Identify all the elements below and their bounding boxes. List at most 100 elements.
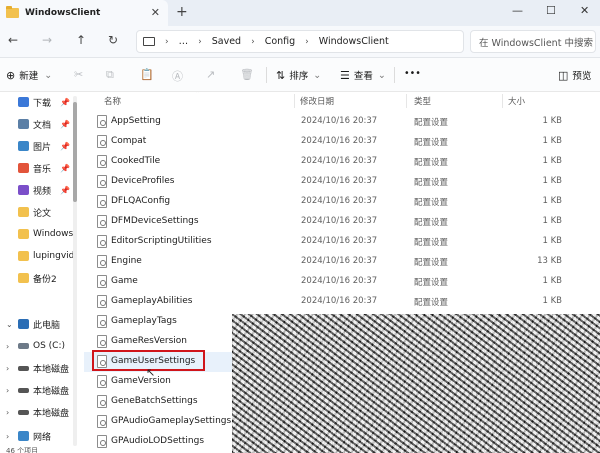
chevron-right-icon: ›: [6, 363, 10, 373]
sidebar-item-downloads[interactable]: 下载 📌: [0, 92, 80, 112]
column-header-type[interactable]: 类型: [414, 92, 431, 110]
maximize-icon[interactable]: ☐: [546, 4, 556, 17]
config-file-icon: [97, 335, 107, 348]
delete-button[interactable]: 🗑: [240, 68, 258, 81]
config-file-icon: [97, 155, 107, 168]
download-icon: [18, 97, 29, 107]
breadcrumb-separator: ›: [305, 36, 309, 47]
rename-button[interactable]: Ⓐ: [172, 68, 187, 84]
chevron-right-icon: ›: [6, 431, 10, 441]
sidebar-item-lupingvid[interactable]: lupingvid: [0, 246, 80, 266]
file-row[interactable]: AppSetting 2024/10/16 20:37 配置设置 1 KB: [84, 112, 600, 132]
file-row[interactable]: Compat 2024/10/16 20:37 配置设置 1 KB: [84, 132, 600, 152]
sidebar-item-os-c[interactable]: › OS (C:): [0, 336, 80, 356]
minimize-icon[interactable]: —: [512, 4, 523, 17]
file-type: 配置设置: [414, 298, 449, 308]
copy-button[interactable]: ⧉: [106, 68, 118, 82]
file-row[interactable]: Engine 2024/10/16 20:37 配置设置 13 KB: [84, 252, 600, 272]
file-row[interactable]: Game 2024/10/16 20:37 配置设置 1 KB: [84, 272, 600, 292]
file-row[interactable]: CookedTile 2024/10/16 20:37 配置设置 1 KB: [84, 152, 600, 172]
breadcrumb[interactable]: › … › Saved › Config › WindowsClient: [136, 30, 464, 53]
sidebar-scrollbar[interactable]: [73, 96, 77, 446]
config-file-icon: [97, 315, 107, 328]
sidebar-item-pictures[interactable]: 图片 📌: [0, 136, 80, 156]
breadcrumb-overflow[interactable]: …: [179, 36, 189, 47]
file-size: 1 KB: [542, 176, 562, 186]
breadcrumb-windowsclient[interactable]: WindowsClient: [319, 36, 389, 47]
drive-icon: [18, 387, 29, 393]
sidebar-item-videos[interactable]: 视频 📌: [0, 180, 80, 200]
rename-icon: Ⓐ: [172, 70, 183, 83]
config-file-icon: [97, 275, 107, 288]
title-bar: WindowsClient ✕ + — ☐ ✕: [0, 0, 600, 26]
sidebar-item-local-disk[interactable]: › 本地磁盘: [0, 380, 80, 400]
config-file-icon: [97, 295, 107, 308]
sidebar-item-lunwen[interactable]: 论文: [0, 202, 80, 222]
sort-button[interactable]: ⇅ 排序 ⌄: [276, 68, 321, 83]
file-row[interactable]: DeviceProfiles 2024/10/16 20:37 配置设置 1 KB: [84, 172, 600, 192]
sidebar-item-local-disk[interactable]: › 本地磁盘: [0, 402, 80, 422]
file-type: 配置设置: [414, 178, 449, 188]
forward-icon[interactable]: →: [42, 33, 52, 47]
share-icon: ↗: [206, 68, 216, 81]
column-header-name[interactable]: 名称: [104, 92, 121, 110]
pin-icon: 📌: [60, 185, 70, 195]
drive-icon: [18, 409, 29, 415]
tab-windowsclient[interactable]: WindowsClient ✕: [0, 0, 168, 26]
config-file-icon: [97, 115, 107, 128]
sort-caret-icon: ⌃: [194, 92, 201, 98]
file-row[interactable]: DFLQAConfig 2024/10/16 20:37 配置设置 1 KB: [84, 192, 600, 212]
file-name: DFLQAConfig: [111, 196, 171, 206]
file-date: 2024/10/16 20:37: [301, 276, 378, 286]
view-button[interactable]: ☰ 查看 ⌄: [340, 68, 386, 83]
file-size: 1 KB: [542, 236, 562, 246]
preview-button[interactable]: ◫ 预览: [558, 68, 591, 83]
sidebar-item-documents[interactable]: 文档 📌: [0, 114, 80, 134]
more-options-button[interactable]: •••: [404, 68, 421, 79]
column-divider: [502, 94, 503, 108]
sidebar-item-beifen2[interactable]: 备份2: [0, 268, 80, 288]
config-file-icon: [97, 255, 107, 268]
file-row[interactable]: GameplayAbilities 2024/10/16 20:37 配置设置 1 K…: [84, 292, 600, 312]
column-header-date[interactable]: 修改日期: [300, 92, 334, 110]
new-tab-button[interactable]: +: [176, 4, 188, 20]
config-file-icon: [97, 435, 107, 448]
sidebar-item-windows[interactable]: Windows: [0, 224, 80, 244]
column-header-size[interactable]: 大小: [508, 92, 525, 110]
window-close-icon[interactable]: ✕: [580, 4, 589, 17]
back-icon[interactable]: ←: [8, 33, 18, 47]
scrollbar-thumb[interactable]: [73, 102, 77, 202]
file-name: GameVersion: [111, 376, 171, 386]
up-icon[interactable]: ↑: [76, 33, 86, 47]
sidebar-item-this-pc[interactable]: ⌄ 此电脑: [0, 314, 80, 334]
breadcrumb-saved[interactable]: Saved: [212, 36, 241, 47]
config-file-icon: [97, 395, 107, 408]
file-row[interactable]: DFMDeviceSettings 2024/10/16 20:37 配置设置 1 K…: [84, 212, 600, 232]
cut-button[interactable]: ✂: [74, 68, 87, 81]
pin-icon: 📌: [60, 97, 70, 107]
file-row[interactable]: EditorScriptingUtilities 2024/10/16 20:37…: [84, 232, 600, 252]
drive-icon: [18, 365, 29, 371]
sidebar-item-network[interactable]: › 网络: [0, 426, 80, 446]
pin-icon: 📌: [60, 163, 70, 173]
sidebar-item-local-disk[interactable]: › 本地磁盘: [0, 358, 80, 378]
search-input[interactable]: 在 WindowsClient 中搜索: [470, 30, 596, 53]
refresh-icon[interactable]: ↻: [108, 33, 118, 47]
paste-button[interactable]: 📋: [140, 68, 158, 81]
file-size: 1 KB: [542, 216, 562, 226]
config-file-icon: [97, 175, 107, 188]
breadcrumb-separator: ›: [251, 36, 255, 47]
sort-icon: ⇅: [276, 68, 286, 82]
sidebar-item-music[interactable]: 音乐 📌: [0, 158, 80, 178]
share-button[interactable]: ↗: [206, 68, 219, 81]
file-size: 1 KB: [542, 116, 562, 126]
file-name: DFMDeviceSettings: [111, 216, 199, 226]
close-tab-icon[interactable]: ✕: [151, 6, 160, 19]
file-name: Compat: [111, 136, 147, 146]
documents-icon: [18, 119, 29, 129]
sidebar-item-label: Windows: [33, 229, 74, 239]
file-date: 2024/10/16 20:37: [301, 136, 378, 146]
new-button[interactable]: ⊕ 新建 ⌄: [6, 68, 52, 83]
config-file-icon: [97, 135, 107, 148]
breadcrumb-config[interactable]: Config: [265, 36, 295, 47]
